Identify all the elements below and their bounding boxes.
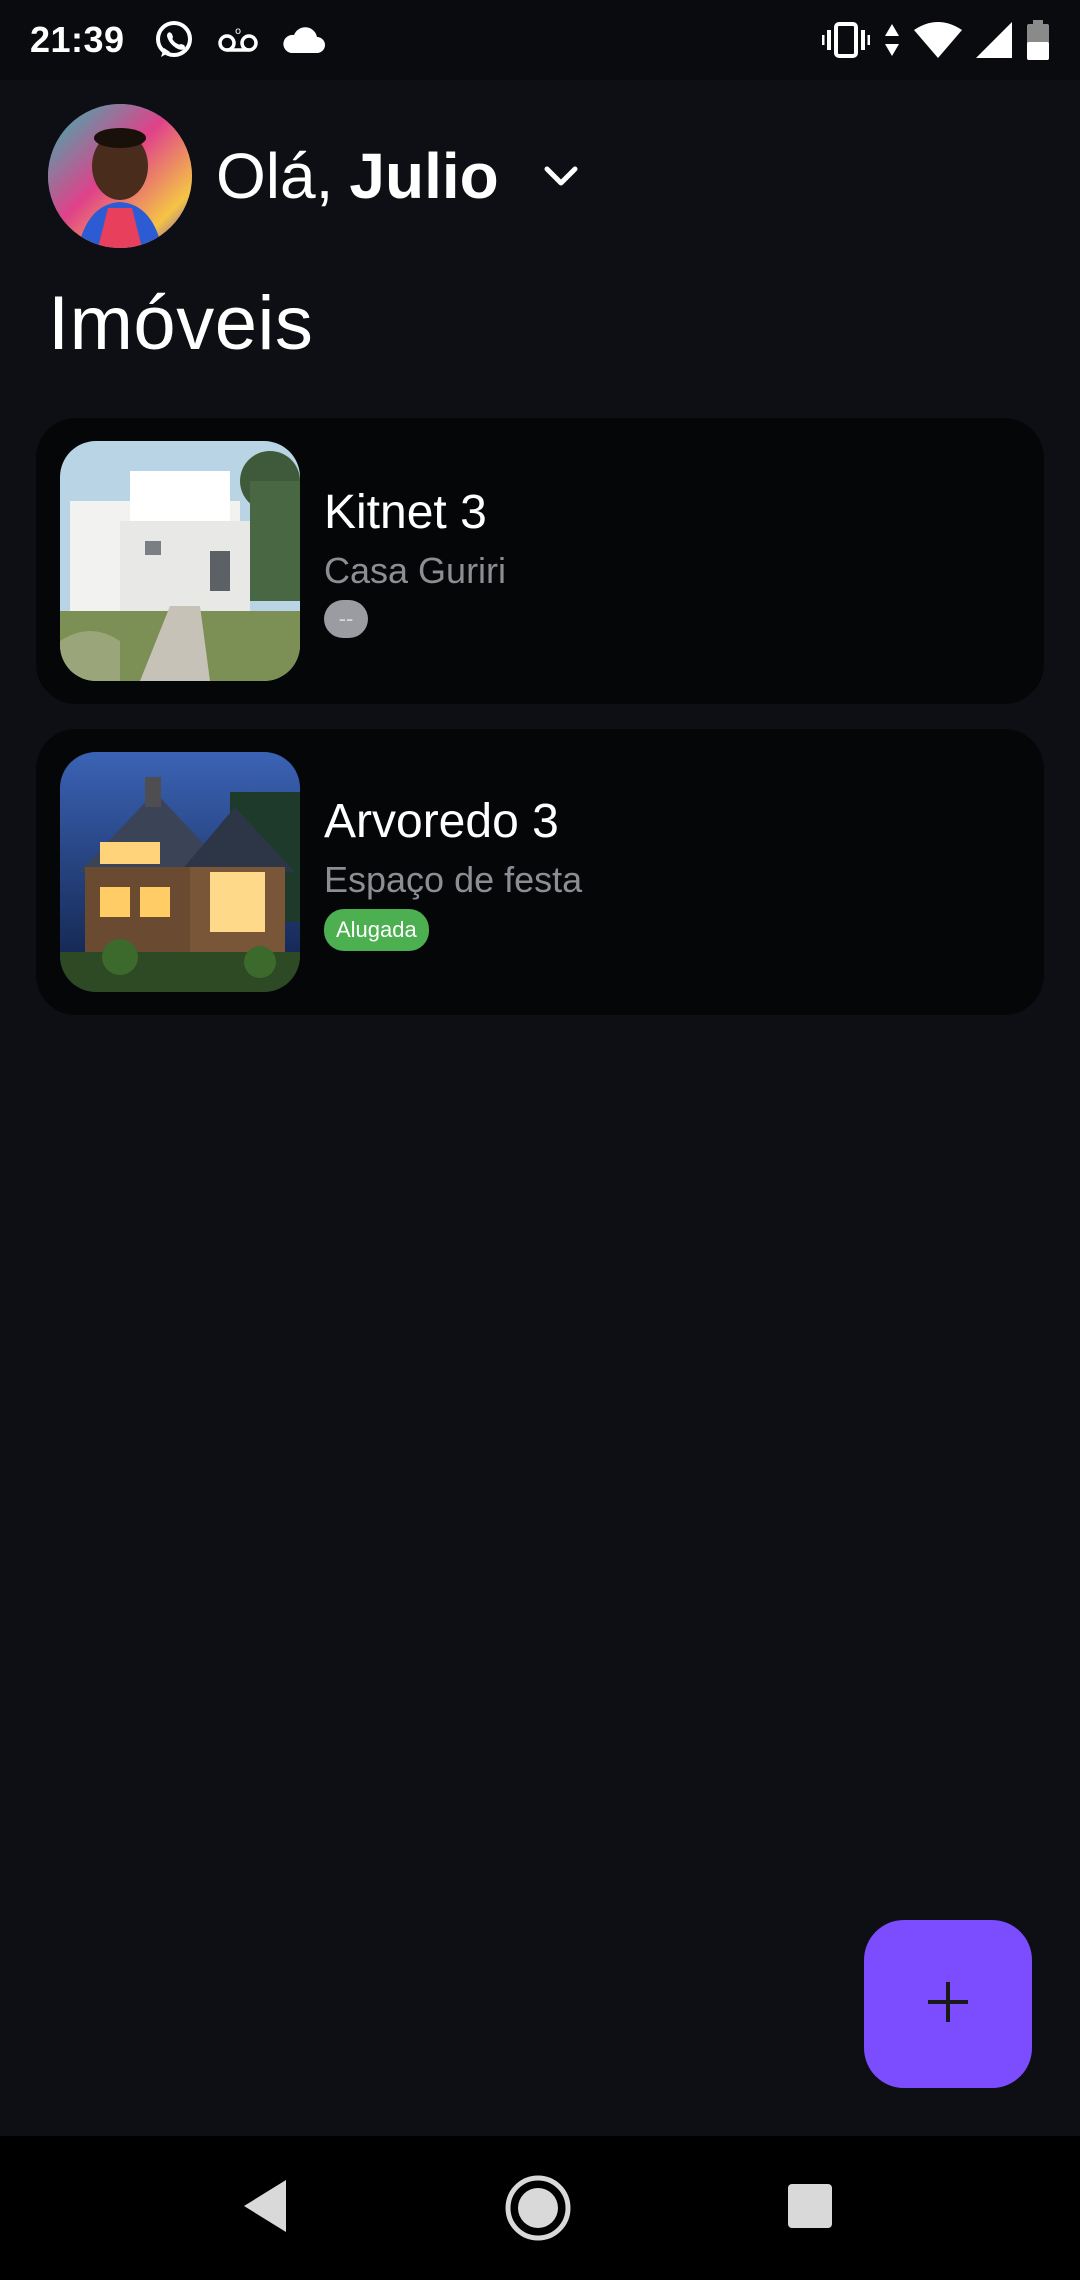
status-badge: -- <box>324 599 368 638</box>
status-badge: Alugada <box>324 908 429 951</box>
plus-icon <box>924 1978 972 2031</box>
svg-text:o: o <box>235 26 241 37</box>
battery-icon <box>1026 20 1050 60</box>
status-bar: 21:39 o <box>0 0 1080 80</box>
add-property-button[interactable] <box>864 1920 1032 2088</box>
property-title: Arvoredo 3 <box>324 794 559 848</box>
vibrate-icon <box>822 20 870 60</box>
greeting: Olá, Julio <box>216 139 499 213</box>
user-header[interactable]: Olá, Julio <box>48 104 579 248</box>
property-subtitle: Espaço de festa <box>324 858 583 900</box>
user-name: Julio <box>349 140 499 212</box>
signal-icon <box>976 22 1012 58</box>
cloud-icon <box>281 25 325 55</box>
chevron-down-icon[interactable] <box>543 164 579 188</box>
greeting-prefix: Olá, <box>216 140 334 212</box>
property-subtitle: Casa Guriri <box>324 549 507 591</box>
status-time: 21:39 <box>30 19 125 60</box>
property-card[interactable]: Arvoredo 3 Espaço de festa Alugada <box>36 729 1044 1015</box>
back-icon[interactable] <box>240 2178 290 2234</box>
navigation-bar <box>0 2136 1080 2280</box>
voicemail-icon: o <box>217 25 259 55</box>
property-title: Kitnet 3 <box>324 485 487 539</box>
page-title: Imóveis <box>48 281 314 366</box>
property-thumbnail <box>60 441 300 681</box>
home-icon[interactable] <box>504 2174 572 2242</box>
property-card[interactable]: Kitnet 3 Casa Guriri -- <box>36 418 1044 704</box>
whatsapp-icon <box>153 19 195 61</box>
property-thumbnail <box>60 752 300 992</box>
wifi-icon <box>914 22 962 58</box>
data-arrows-icon <box>884 22 900 58</box>
screen: 21:39 o Olá, Julio Imóveis Kitnet 3 Casa… <box>0 0 1080 2280</box>
avatar[interactable] <box>48 104 192 248</box>
recents-icon[interactable] <box>786 2182 834 2230</box>
